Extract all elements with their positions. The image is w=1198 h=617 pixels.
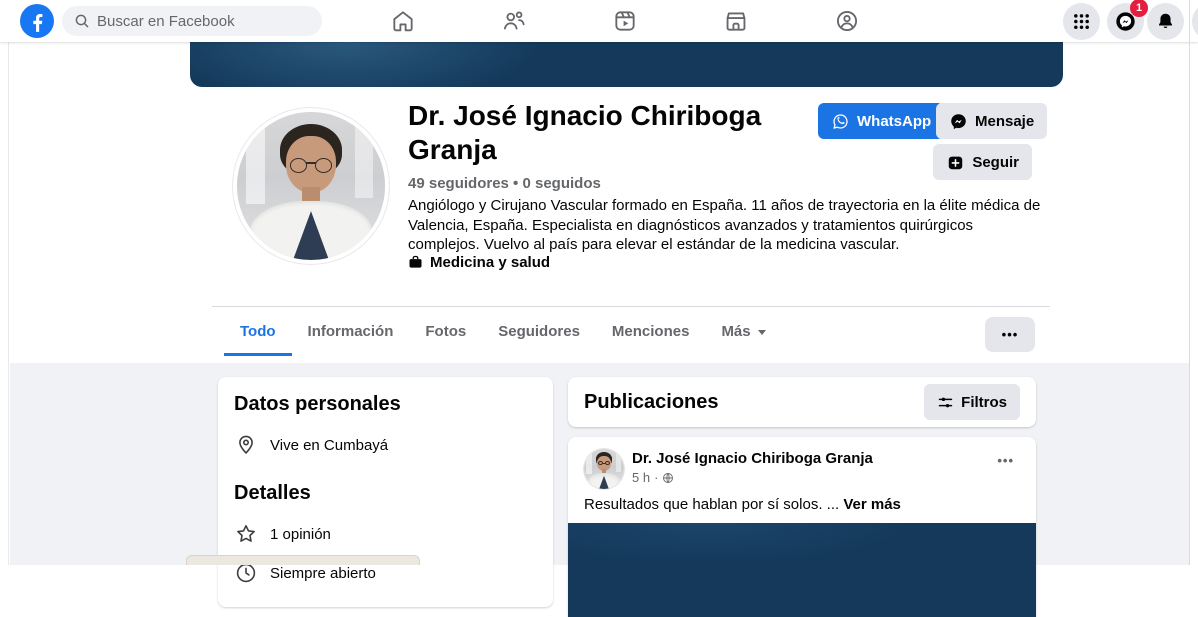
search-icon — [74, 13, 90, 29]
briefcase-icon — [408, 255, 423, 270]
tab-fotos[interactable]: Fotos — [409, 307, 482, 356]
follow-label: Seguir — [972, 153, 1019, 171]
post-text: Resultados que hablan por sí solos. ... … — [568, 489, 1036, 523]
posts-header-card: Publicaciones Filtros — [568, 377, 1036, 427]
profile-tabs: Todo Información Fotos Seguidores Mencio… — [224, 307, 782, 356]
tab-seguidores[interactable]: Seguidores — [482, 307, 596, 356]
message-button[interactable]: Mensaje — [936, 103, 1048, 139]
messenger-badge: 1 — [1130, 0, 1148, 17]
follow-button[interactable]: Seguir — [933, 144, 1032, 180]
follow-plus-icon — [946, 153, 965, 172]
tab-fotos-label: Fotos — [425, 323, 467, 340]
search-input[interactable] — [97, 12, 310, 30]
search-bar[interactable] — [62, 6, 322, 36]
tab-seguidores-label: Seguidores — [498, 323, 580, 340]
lives-in-label: Vive en Cumbayá — [270, 436, 389, 454]
home-icon[interactable] — [389, 7, 417, 35]
whatsapp-label: WhatsApp — [857, 112, 932, 130]
post-meta: Dr. José Ignacio Chiriboga Granja 5 h · — [632, 449, 873, 485]
messenger-dark-icon — [949, 112, 968, 131]
followers-count[interactable]: 49 seguidores • 0 seguidos — [408, 175, 601, 192]
menu-grid-icon — [1071, 11, 1092, 32]
tabs-overflow-button[interactable]: ••• — [985, 317, 1035, 352]
marketplace-icon[interactable] — [722, 7, 750, 35]
menu-grid-button[interactable] — [1063, 3, 1100, 40]
intro-card: Datos personales Vive en Cumbayá Detalle… — [218, 377, 553, 607]
globe-icon — [662, 472, 674, 484]
groups-icon[interactable] — [833, 7, 861, 35]
nav-center-tabs — [389, 7, 861, 35]
post-image[interactable] — [568, 523, 1036, 617]
review-row: 1 opinión — [234, 522, 537, 546]
top-navigation: 1 — [0, 0, 1198, 42]
notifications-button[interactable] — [1147, 3, 1184, 40]
tab-menciones-label: Menciones — [611, 323, 690, 340]
tab-todo-label: Todo — [240, 323, 276, 340]
doctor-portrait-small — [584, 449, 624, 489]
post-time-value[interactable]: 5 h — [632, 470, 650, 485]
friends-icon[interactable] — [500, 7, 528, 35]
tab-mas-label: Más — [721, 323, 751, 340]
intro-title: Datos personales — [234, 393, 401, 415]
page-title: Dr. José Ignacio Chiriboga Granja — [408, 100, 762, 165]
whatsapp-icon — [831, 112, 850, 131]
doctor-portrait — [237, 112, 385, 260]
right-window-edge — [1189, 0, 1190, 565]
post-author-avatar[interactable] — [584, 449, 624, 489]
facebook-page: 1 Dr. José Ignacio Chiriboga Granja 49 s… — [0, 0, 1198, 617]
post-text-body: Resultados que hablan por sí solos. ... — [584, 496, 840, 513]
review-label: 1 opinión — [270, 525, 331, 543]
reels-icon[interactable] — [611, 7, 639, 35]
bell-icon — [1155, 11, 1176, 32]
tab-informacion-label: Información — [307, 323, 394, 340]
post-menu-button[interactable]: ••• — [991, 449, 1020, 472]
whatsapp-button[interactable]: WhatsApp — [818, 103, 945, 139]
page-category: Medicina y salud — [408, 254, 550, 271]
filters-label: Filtros — [961, 393, 1007, 411]
messenger-button[interactable]: 1 — [1107, 0, 1148, 40]
post-card: Dr. José Ignacio Chiriboga Granja 5 h · … — [568, 437, 1036, 617]
details-title: Detalles — [234, 482, 311, 504]
profile-photo[interactable] — [233, 108, 389, 264]
category-label: Medicina y salud — [430, 254, 551, 271]
see-more-link[interactable]: Ver más — [843, 496, 901, 513]
message-label: Mensaje — [975, 112, 1035, 130]
star-icon — [234, 522, 258, 546]
left-window-edge — [8, 0, 9, 565]
status-bar-tooltip — [186, 555, 420, 565]
chevron-down-icon — [757, 330, 766, 335]
posts-title: Publicaciones — [584, 390, 719, 413]
lives-in-row: Vive en Cumbayá — [234, 433, 537, 457]
cover-photo[interactable] — [190, 42, 1063, 87]
post-author-name[interactable]: Dr. José Ignacio Chiriboga Granja — [632, 449, 873, 468]
tab-menciones[interactable]: Menciones — [596, 307, 706, 356]
filters-button[interactable]: Filtros — [924, 384, 1020, 420]
hours-label: Siempre abierto — [270, 564, 376, 582]
facebook-logo[interactable] — [20, 4, 54, 38]
post-timestamp: 5 h · — [632, 470, 873, 485]
location-pin-icon — [234, 433, 258, 457]
tab-informacion[interactable]: Información — [292, 307, 410, 356]
post-time-dot: · — [654, 470, 659, 485]
tab-mas[interactable]: Más — [705, 307, 781, 356]
post-header: Dr. José Ignacio Chiriboga Granja 5 h · … — [568, 437, 1036, 489]
page-bio: Angiólogo y Cirujano Vascular formado en… — [408, 197, 1041, 253]
tab-todo[interactable]: Todo — [224, 307, 292, 356]
filters-icon — [937, 394, 954, 411]
